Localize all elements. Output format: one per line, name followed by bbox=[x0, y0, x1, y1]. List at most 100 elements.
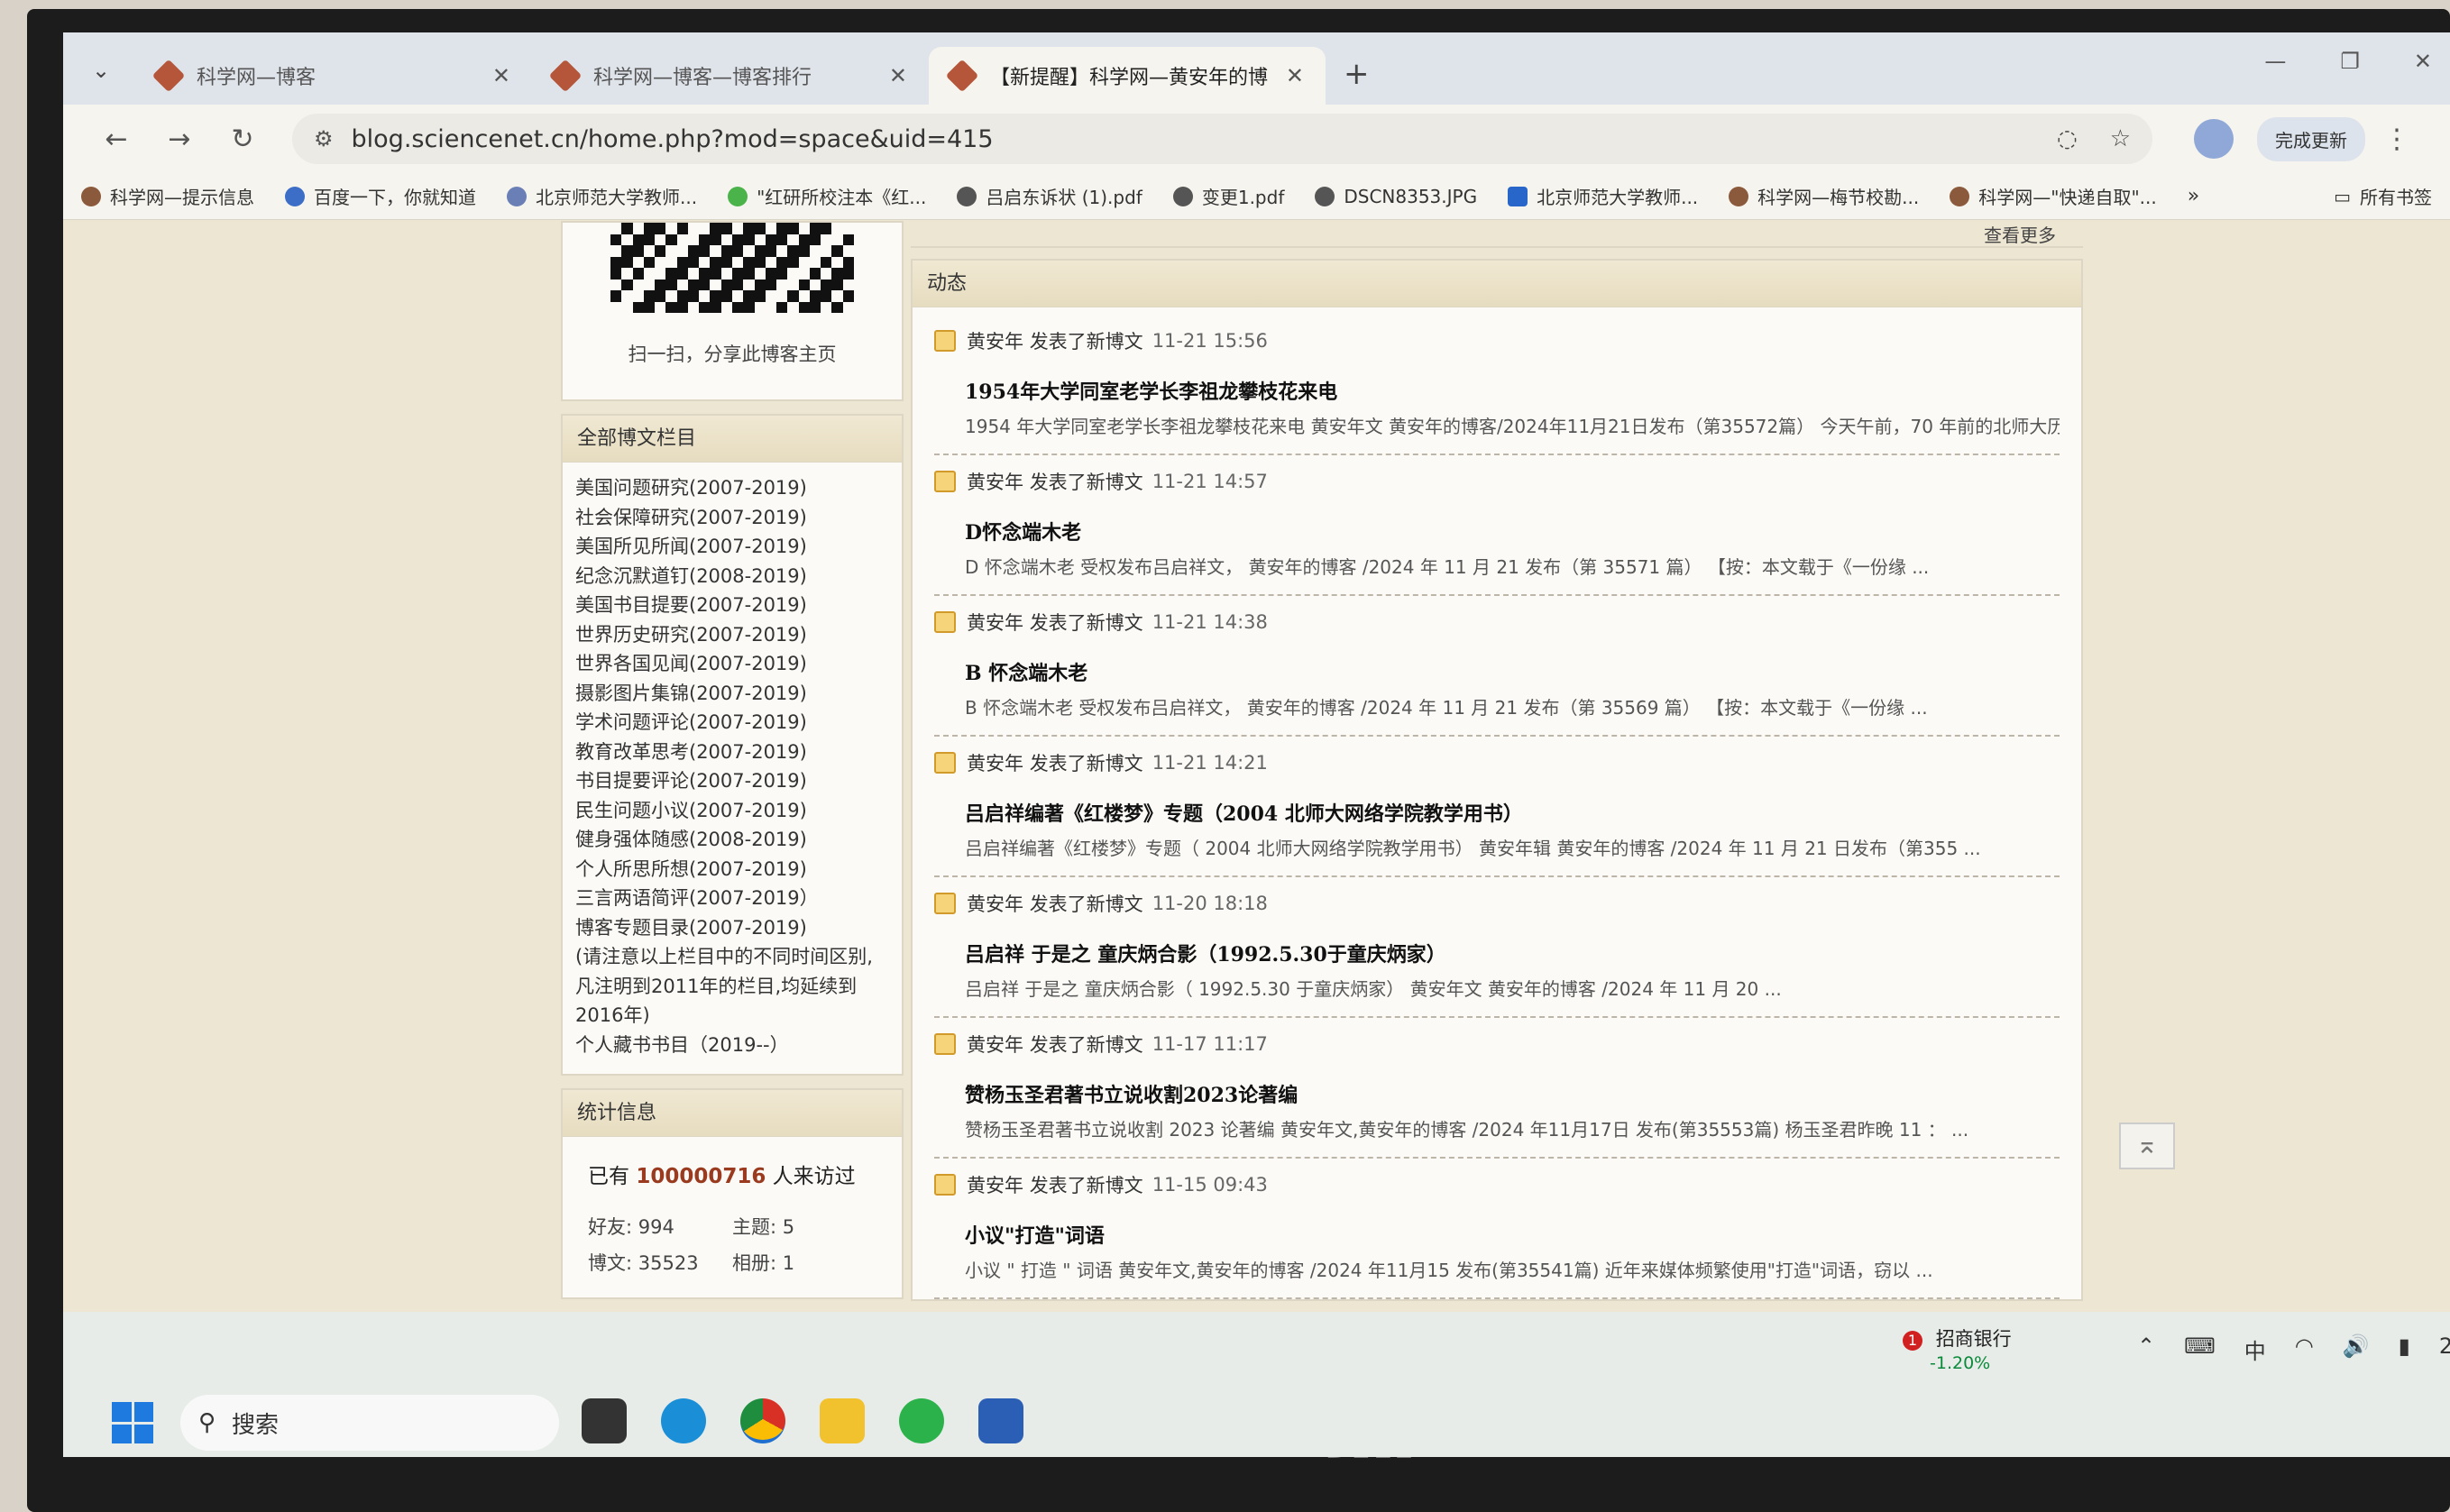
close-icon[interactable]: ✕ bbox=[1286, 63, 1304, 88]
category-link[interactable]: 书目提要评论(2007-2019) bbox=[575, 766, 889, 796]
forward-arrow-icon[interactable]: → bbox=[148, 124, 211, 155]
feed-entry: 黄安年 发表了新博文 11-21 14:21 吕启祥编著《红楼梦》专题（2004 北… bbox=[934, 737, 2060, 877]
topics-count[interactable]: 主题: 5 bbox=[732, 1213, 876, 1240]
category-link[interactable]: 美国所见所闻(2007-2019) bbox=[575, 532, 889, 562]
entry-title-link[interactable]: D怀念端木老 bbox=[965, 517, 2060, 545]
word-icon[interactable] bbox=[978, 1398, 1023, 1443]
update-button[interactable]: 完成更新 bbox=[2257, 116, 2365, 161]
taskbar-search[interactable]: ⚲ 搜索 bbox=[180, 1395, 559, 1451]
entry-author[interactable]: 黄安年 bbox=[967, 890, 1023, 917]
close-window-icon[interactable]: ✕ bbox=[2414, 49, 2432, 74]
bookmark-item[interactable]: 科学网—"快递自取"... bbox=[1950, 183, 2157, 209]
url-text[interactable]: blog.sciencenet.cn/home.php?mod=space&ui… bbox=[352, 125, 2057, 153]
new-tab-button[interactable]: + bbox=[1344, 56, 1370, 92]
site-info-icon[interactable]: ⚙ bbox=[314, 126, 334, 151]
bookmark-item[interactable]: "红研所校注本《红... bbox=[728, 183, 926, 209]
category-link[interactable]: 美国书目提要(2007-2019) bbox=[575, 591, 889, 620]
all-bookmarks-folder[interactable]: ▭ 所有书签 bbox=[2334, 183, 2450, 209]
entry-time: 11-21 14:21 bbox=[1152, 752, 1268, 774]
wechat-icon bbox=[728, 186, 748, 206]
entry-author[interactable]: 黄安年 bbox=[967, 468, 1023, 495]
edge-icon[interactable] bbox=[661, 1398, 706, 1443]
address-bar[interactable]: ⚙ blog.sciencenet.cn/home.php?mod=space&… bbox=[292, 114, 2152, 164]
bookmark-item[interactable]: DSCN8353.JPG bbox=[1315, 186, 1477, 207]
category-link[interactable]: 学术问题评论(2007-2019) bbox=[575, 708, 889, 738]
entry-meta: 黄安年 发表了新博文 11-21 14:21 bbox=[934, 749, 2060, 776]
bookmark-item[interactable]: 北京师范大学教师... bbox=[1508, 183, 1698, 209]
category-link[interactable]: 三言两语简评(2007-2019） bbox=[575, 884, 889, 913]
file-explorer-icon[interactable] bbox=[820, 1398, 865, 1443]
bookmarks-bar: 科学网—提示信息 百度一下，你就知道 北京师范大学教师... "红研所校注本《红… bbox=[63, 173, 2450, 220]
ime-indicator[interactable]: 中 bbox=[2244, 1333, 2266, 1365]
posts-count[interactable]: 博文: 35523 bbox=[588, 1249, 732, 1276]
category-link[interactable]: 世界历史研究(2007-2019) bbox=[575, 620, 889, 650]
entry-author[interactable]: 黄安年 bbox=[967, 1171, 1023, 1198]
category-link[interactable]: 美国问题研究(2007-2019) bbox=[575, 473, 889, 503]
entry-title-link[interactable]: 赞杨玉圣君著书立说收割2023论著编 bbox=[965, 1079, 2060, 1108]
category-link[interactable]: 博客专题目录(2007-2019) bbox=[575, 913, 889, 943]
stats-title: 统计信息 bbox=[563, 1090, 902, 1137]
wifi-icon[interactable]: ◠ bbox=[2295, 1333, 2314, 1365]
eye-off-icon[interactable]: ◌ bbox=[2057, 125, 2078, 152]
wechat-icon[interactable] bbox=[899, 1398, 944, 1443]
kebab-menu-icon[interactable]: ⋮ bbox=[2365, 124, 2428, 155]
bookmark-item[interactable]: 北京师范大学教师... bbox=[507, 183, 697, 209]
tab-sciencenet-blog[interactable]: 科学网—博客 ✕ bbox=[135, 47, 532, 105]
reload-icon[interactable]: ↻ bbox=[211, 124, 274, 155]
albums-count[interactable]: 相册: 1 bbox=[732, 1249, 876, 1276]
entry-author[interactable]: 黄安年 bbox=[967, 609, 1023, 636]
friends-count[interactable]: 好友: 994 bbox=[588, 1213, 732, 1240]
category-link[interactable]: 社会保障研究(2007-2019) bbox=[575, 503, 889, 533]
chrome-icon[interactable] bbox=[740, 1398, 785, 1443]
clock-date[interactable]: 2024/ bbox=[2439, 1333, 2450, 1365]
see-more-link[interactable]: 查看更多 bbox=[1984, 225, 2056, 246]
bookmark-item[interactable]: 吕启东诉状 (1).pdf bbox=[957, 183, 1142, 209]
category-link[interactable]: 个人藏书书目（2019--） bbox=[575, 1031, 889, 1060]
minimize-icon[interactable]: — bbox=[2264, 49, 2286, 74]
chevron-up-icon[interactable]: ⌃ bbox=[2137, 1333, 2155, 1365]
back-arrow-icon[interactable]: ← bbox=[85, 124, 148, 155]
bookmark-label: 科学网—梅节校勘... bbox=[1757, 187, 1920, 208]
feed-entry: 黄安年 发表了新博文 11-15 09:43 小议"打造"词语 小议 " 打造 " 词… bbox=[934, 1159, 2060, 1299]
task-view-icon[interactable] bbox=[582, 1398, 627, 1443]
entry-title-link[interactable]: 1954年大学同室老学长李祖龙攀枝花来电 bbox=[965, 376, 2060, 405]
close-icon[interactable]: ✕ bbox=[889, 63, 907, 88]
category-link[interactable]: 健身强体随感(2008-2019) bbox=[575, 825, 889, 855]
profile-avatar[interactable] bbox=[2194, 119, 2234, 159]
category-link[interactable]: 摄影图片集锦(2007-2019) bbox=[575, 679, 889, 709]
entry-title-link[interactable]: B 怀念端木老 bbox=[965, 657, 2060, 686]
back-to-top-button[interactable]: ⌅ bbox=[2119, 1123, 2175, 1169]
category-link[interactable]: 教育改革思考(2007-2019) bbox=[575, 738, 889, 767]
tab-blog-ranking[interactable]: 科学网—博客—博客排行 ✕ bbox=[532, 47, 929, 105]
keyboard-icon[interactable]: ⌨ bbox=[2184, 1333, 2216, 1365]
sciencenet-icon bbox=[81, 186, 101, 206]
entry-author[interactable]: 黄安年 bbox=[967, 327, 1023, 354]
stock-widget[interactable]: 1 招商银行 -1.20% bbox=[1903, 1324, 2012, 1373]
bookmark-item[interactable]: 百度一下，你就知道 bbox=[285, 183, 476, 209]
restore-icon[interactable]: ❐ bbox=[2340, 49, 2360, 74]
entry-action: 发表了新博文 bbox=[1029, 612, 1143, 634]
category-link[interactable]: 纪念沉默道钉(2008-2019) bbox=[575, 562, 889, 591]
star-icon[interactable]: ☆ bbox=[2110, 125, 2131, 152]
entry-author[interactable]: 黄安年 bbox=[967, 1031, 1023, 1058]
visits-prefix: 已有 bbox=[588, 1165, 629, 1188]
category-link[interactable]: 世界各国见闻(2007-2019) bbox=[575, 649, 889, 679]
category-link[interactable]: 民生问题小议(2007-2019) bbox=[575, 796, 889, 826]
bookmark-item[interactable]: 科学网—提示信息 bbox=[81, 183, 254, 209]
bookmarks-overflow-button[interactable]: » bbox=[2188, 185, 2199, 207]
bookmark-item[interactable]: 变更1.pdf bbox=[1172, 183, 1284, 209]
entry-title-link[interactable]: 吕启祥 于是之 童庆炳合影（1992.5.30于童庆炳家） bbox=[965, 939, 2060, 967]
entry-title-link[interactable]: 吕启祥编著《红楼梦》专题（2004 北师大网络学院教学用书） bbox=[965, 798, 2060, 827]
speaker-icon[interactable]: 🔊 bbox=[2343, 1333, 2370, 1365]
tab-search-button[interactable]: ⌄ bbox=[81, 50, 121, 90]
tab-huang-anian-blog[interactable]: 【新提醒】科学网—黄安年的博 ✕ bbox=[929, 47, 1326, 105]
bookmark-item[interactable]: 科学网—梅节校勘... bbox=[1729, 183, 1919, 209]
category-link[interactable]: 个人所思所想(2007-2019) bbox=[575, 855, 889, 884]
battery-icon[interactable]: ▮ bbox=[2399, 1333, 2410, 1365]
entry-summary: 赞杨玉圣君著书立说收割 2023 论著编 黄安年文,黄安年的博客 /2024 年… bbox=[965, 1119, 1969, 1141]
windows-start-icon[interactable] bbox=[112, 1402, 153, 1443]
entry-title-link[interactable]: 小议"打造"词语 bbox=[965, 1220, 2060, 1249]
close-icon[interactable]: ✕ bbox=[492, 63, 510, 88]
globe-icon bbox=[957, 186, 977, 206]
entry-author[interactable]: 黄安年 bbox=[967, 749, 1023, 776]
